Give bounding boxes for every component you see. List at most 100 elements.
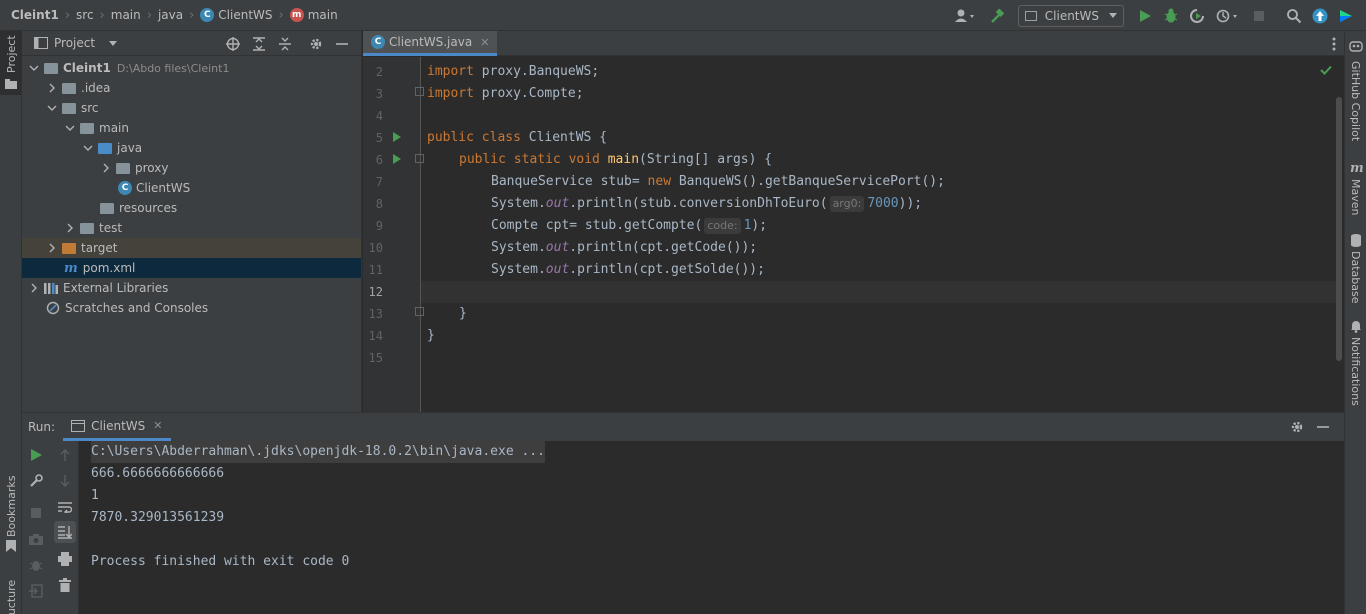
folder-icon [5,79,17,89]
breadcrumb-project[interactable]: Cleint1 [11,8,59,22]
tree-item-clientws[interactable]: C ClientWS [22,178,361,198]
user-menu-button[interactable] [949,4,983,28]
code-line: } [427,328,435,343]
update-button[interactable] [1308,4,1332,28]
chevron-right-icon[interactable] [46,242,58,254]
close-icon[interactable]: ✕ [153,419,162,432]
line-number: 10 [368,241,383,255]
search-everywhere-button[interactable] [1282,4,1306,28]
line-number: 11 [368,263,383,277]
tree-item-project-root[interactable]: Cleint1 D:\Abdo files\Cleint1 [22,58,361,78]
build-button[interactable] [985,4,1009,28]
tree-item-resources[interactable]: resources [22,198,361,218]
select-opened-file-button[interactable] [221,32,245,56]
editor-scrollbar[interactable] [1336,97,1342,361]
close-icon[interactable]: ✕ [480,36,489,49]
tree-item-label: proxy [135,161,169,175]
ide-features-button[interactable] [1334,4,1358,28]
chevron-right-icon[interactable] [28,282,40,294]
project-tool-button[interactable]: Project [0,31,22,95]
tree-item-external-libraries[interactable]: External Libraries [22,278,361,298]
editor-tabs-menu-button[interactable] [1332,31,1336,56]
structure-tool-button[interactable]: Structure [0,571,22,614]
chevron-right-icon[interactable] [46,82,58,94]
tree-item-pom[interactable]: m pom.xml [22,258,361,278]
excluded-folder-icon [62,242,76,254]
tree-item-idea[interactable]: .idea [22,78,361,98]
trash-icon [59,578,71,592]
copilot-tool-button[interactable]: GitHub Copilot [1345,39,1366,142]
tree-item-main[interactable]: main [22,118,361,138]
print-button[interactable] [58,552,72,566]
run-button[interactable] [1133,4,1157,28]
database-icon [1351,234,1361,247]
run-tab-clientws[interactable]: ClientWS ✕ [63,413,171,441]
line-number: 13 [368,307,383,321]
breadcrumb-java[interactable]: java [158,8,183,22]
expand-all-button[interactable] [247,32,271,56]
database-tool-button[interactable]: Database [1345,233,1366,304]
bookmarks-tool-label: Bookmarks [5,475,18,537]
hide-panel-button[interactable] [330,32,354,56]
tree-item-proxy[interactable]: proxy [22,158,361,178]
profile-button[interactable] [1211,4,1245,28]
run-configuration-select[interactable]: ClientWS [1017,4,1124,27]
stop-run-button[interactable] [29,506,43,520]
run-gutter-icon[interactable] [393,132,401,142]
console-output[interactable]: C:\Users\Abderrahman\.jdks\openjdk-18.0.… [79,441,1344,614]
coverage-button[interactable] [1185,4,1209,28]
rerun-button[interactable] [29,448,43,462]
bookmarks-tool-button[interactable]: Bookmarks [0,475,22,553]
soft-wrap-button[interactable] [58,500,72,514]
run-gutter-icon[interactable] [393,154,401,164]
folder-icon [80,222,94,234]
navigation-bar: Cleint1 › src › main › java › C ClientWS… [0,0,1366,31]
notifications-tool-button[interactable]: Notifications [1345,319,1366,406]
line-number-current: 12 [368,285,383,299]
tree-item-test[interactable]: test [22,218,361,238]
method-icon: m [289,8,304,22]
exit-button[interactable] [29,584,43,598]
code-area[interactable]: import proxy.BanqueWS; import proxy.Comp… [421,57,1336,412]
run-panel-settings-button[interactable] [1285,415,1309,439]
chevron-down-icon[interactable] [82,142,94,154]
clear-all-button[interactable] [58,578,72,592]
breadcrumb-src[interactable]: src [76,8,94,22]
run-panel-toolbar [1284,413,1336,441]
stop-button[interactable] [1247,4,1271,28]
chevron-down-icon[interactable] [46,102,58,114]
maven-tool-button[interactable]: m Maven [1345,161,1366,215]
chevron-down-icon[interactable] [64,122,76,134]
print-icon [58,552,72,566]
folder-icon [62,102,76,114]
scroll-up-button[interactable] [58,448,72,462]
breadcrumb-method[interactable]: m main [289,8,338,22]
hide-run-panel-button[interactable] [1311,415,1335,439]
collapse-all-button[interactable] [273,32,297,56]
breadcrumb-main[interactable]: main [111,8,141,22]
dump-threads-button[interactable] [29,532,43,546]
scroll-down-button[interactable] [58,474,72,488]
bookmark-icon [6,540,16,552]
tree-item-src[interactable]: src [22,98,361,118]
project-settings-button[interactable] [304,32,328,56]
edit-configuration-button[interactable] [29,474,43,488]
view-mode-dropdown-icon[interactable] [109,40,118,46]
chevron-right-icon[interactable] [64,222,76,234]
tree-item-target[interactable]: target [22,238,361,258]
chevron-down-icon[interactable] [28,62,40,74]
copilot-icon [1349,41,1363,52]
tree-item-java[interactable]: java [22,138,361,158]
scroll-to-end-button[interactable] [54,521,76,543]
profiler-icon [1216,9,1237,22]
editor-tab-clientws[interactable]: C ClientWS.java ✕ [363,31,498,56]
chevron-right-icon[interactable] [100,162,112,174]
tree-item-scratches[interactable]: Scratches and Consoles [22,298,361,318]
debug-button[interactable] [1159,4,1183,28]
copilot-tool-label: GitHub Copilot [1349,61,1362,142]
debug-threads-button[interactable] [29,558,43,572]
notifications-tool-label: Notifications [1349,337,1362,406]
user-icon [954,9,974,22]
breadcrumb-class[interactable]: C ClientWS [200,8,273,22]
bug-icon [29,561,43,571]
